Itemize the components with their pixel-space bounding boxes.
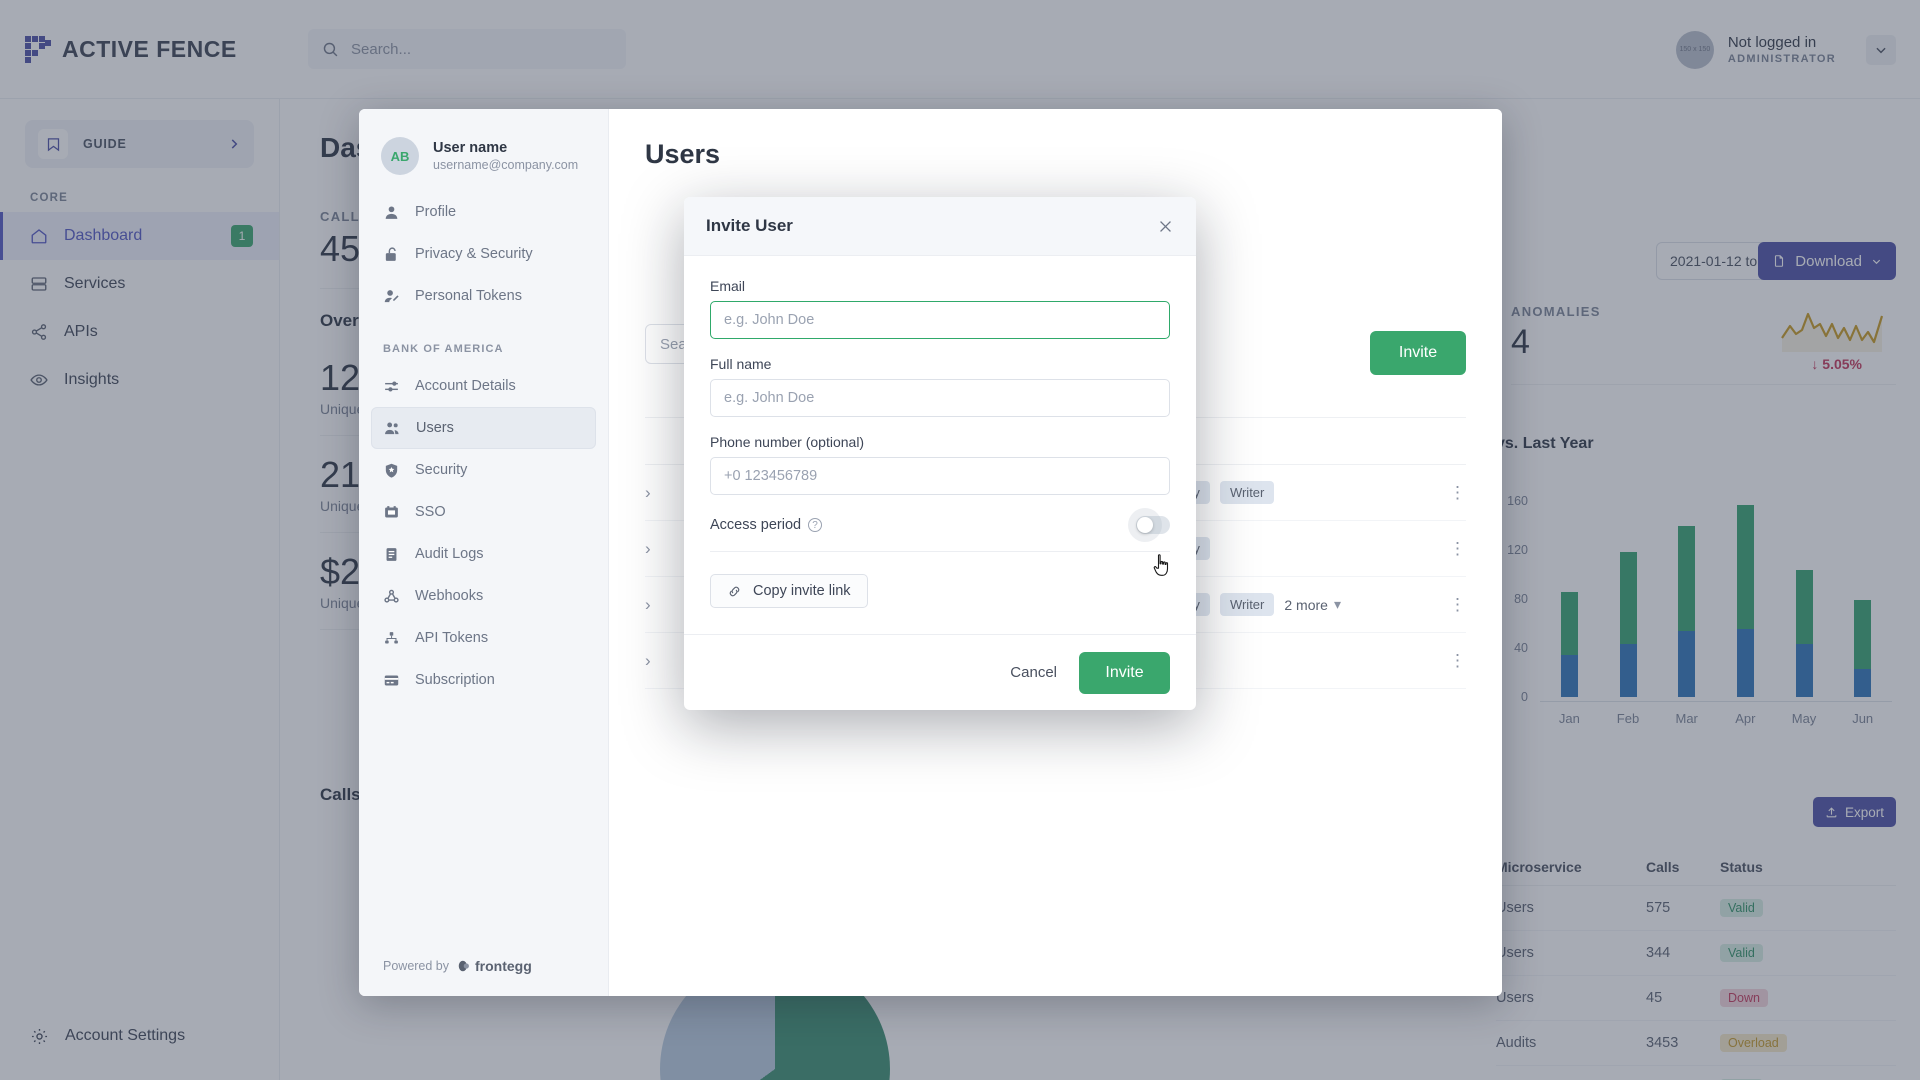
mouse-cursor (1152, 553, 1172, 579)
phone-field-group: Phone number (optional) +0 123456789 (710, 434, 1170, 495)
drawer-item-label: Webhooks (415, 588, 484, 604)
avatar: AB (381, 137, 419, 175)
user-edit-icon (383, 288, 400, 305)
link-icon (727, 584, 742, 599)
user-icon (383, 204, 400, 221)
modal-body: Email e.g. John Doe Full name e.g. John … (684, 256, 1196, 634)
row-expand-icon[interactable]: › (645, 539, 685, 559)
row-actions-menu[interactable]: ⋮ (1449, 539, 1466, 559)
invite-user-modal: Invite User Email e.g. John Doe Full nam… (684, 197, 1196, 710)
close-icon[interactable] (1157, 218, 1174, 235)
chevron-down-icon[interactable]: ▾ (1334, 596, 1341, 613)
email-field[interactable]: e.g. John Doe (710, 301, 1170, 339)
row-expand-icon[interactable]: › (645, 595, 685, 615)
row-expand-icon[interactable]: › (645, 651, 685, 671)
drawer-item-label: Account Details (415, 378, 516, 394)
drawer-item-personal-tokens[interactable]: Personal Tokens (371, 275, 596, 317)
modal-header: Invite User (684, 197, 1196, 256)
drawer-user-meta: User name username@company.com (433, 140, 578, 172)
drawer-org-label: BANK OF AMERICA (383, 343, 504, 355)
card-icon (383, 672, 400, 689)
modal-title: Invite User (706, 216, 793, 235)
drawer-page-title: Users (645, 139, 721, 169)
more-roles-toggle[interactable]: 2 more (1284, 597, 1328, 613)
drawer-item-label: SSO (415, 504, 446, 520)
screen: ACTIVE FENCE Search... 150 x 150 Not log… (0, 0, 1920, 1080)
frontegg-logo: frontegg (457, 958, 532, 974)
powered-by-label: Powered by (383, 959, 450, 973)
drawer-user-name: User name (433, 140, 508, 156)
frontegg-name: frontegg (475, 958, 532, 974)
drawer-item-label: Subscription (415, 672, 495, 688)
frontegg-mark-icon (458, 960, 469, 972)
toggle-knob (1137, 517, 1153, 533)
drawer-user-card[interactable]: AB User name username@company.com (359, 109, 608, 175)
sso-icon (383, 504, 400, 521)
phone-field[interactable]: +0 123456789 (710, 457, 1170, 495)
webhook-icon (383, 588, 400, 605)
users-icon (384, 420, 401, 437)
unlock-icon (383, 246, 400, 263)
drawer-user-email: username@company.com (433, 158, 579, 172)
drawer-item-sso[interactable]: SSO (371, 491, 596, 533)
shield-icon (383, 462, 400, 479)
drawer-item-profile[interactable]: Profile (371, 191, 596, 233)
modal-footer: Cancel Invite (684, 634, 1196, 710)
drawer-item-label: Profile (415, 204, 457, 220)
help-icon[interactable]: ? (808, 518, 823, 532)
drawer-footer: Powered by frontegg (383, 958, 532, 974)
email-label: Email (710, 278, 746, 294)
access-period-label: Access period (710, 517, 802, 533)
drawer-item-webhooks[interactable]: Webhooks (371, 575, 596, 617)
row-actions-menu[interactable]: ⋮ (1449, 483, 1466, 503)
row-actions-menu[interactable]: ⋮ (1449, 595, 1466, 615)
role-badge: Writer (1219, 481, 1275, 504)
drawer-item-label: Audit Logs (415, 546, 484, 562)
drawer-item-account-details[interactable]: Account Details (371, 365, 596, 407)
row-actions-menu[interactable]: ⋮ (1449, 651, 1466, 671)
drawer-item-security[interactable]: Security (371, 449, 596, 491)
drawer-item-audit-logs[interactable]: Audit Logs (371, 533, 596, 575)
drawer-item-users[interactable]: Users (371, 407, 596, 449)
drawer-item-label: Security (415, 462, 468, 478)
phone-label: Phone number (optional) (710, 434, 865, 450)
sliders-icon (383, 378, 400, 395)
modal-invite-button[interactable]: Invite (1079, 651, 1170, 694)
email-field-group: Email e.g. John Doe (710, 278, 1170, 339)
fullname-field-group: Full name e.g. John Doe (710, 356, 1170, 417)
drawer-item-label: Privacy & Security (415, 246, 533, 262)
drawer-item-api-tokens[interactable]: API Tokens (371, 617, 596, 659)
drawer-item-label: Personal Tokens (415, 288, 522, 304)
copy-invite-link-button[interactable]: Copy invite link (710, 574, 868, 608)
drawer-item-privacy-security[interactable]: Privacy & Security (371, 233, 596, 275)
fullname-field[interactable]: e.g. John Doe (710, 379, 1170, 417)
access-period-row: Access period ? (710, 508, 1170, 552)
drawer-item-label: Users (416, 420, 454, 436)
row-expand-icon[interactable]: › (645, 483, 685, 503)
copy-invite-link-label: Copy invite link (753, 583, 851, 599)
fullname-label: Full name (710, 356, 772, 372)
role-badge: Writer (1219, 593, 1275, 616)
document-icon (383, 546, 400, 563)
access-period-toggle[interactable] (1128, 508, 1170, 542)
drawer-item-subscription[interactable]: Subscription (371, 659, 596, 701)
invite-button[interactable]: Invite (1370, 331, 1466, 375)
api-tokens-icon (383, 630, 400, 647)
cancel-button[interactable]: Cancel (1010, 664, 1057, 681)
drawer-item-label: API Tokens (415, 630, 489, 646)
drawer-sidebar: AB User name username@company.com Profil… (359, 109, 609, 996)
